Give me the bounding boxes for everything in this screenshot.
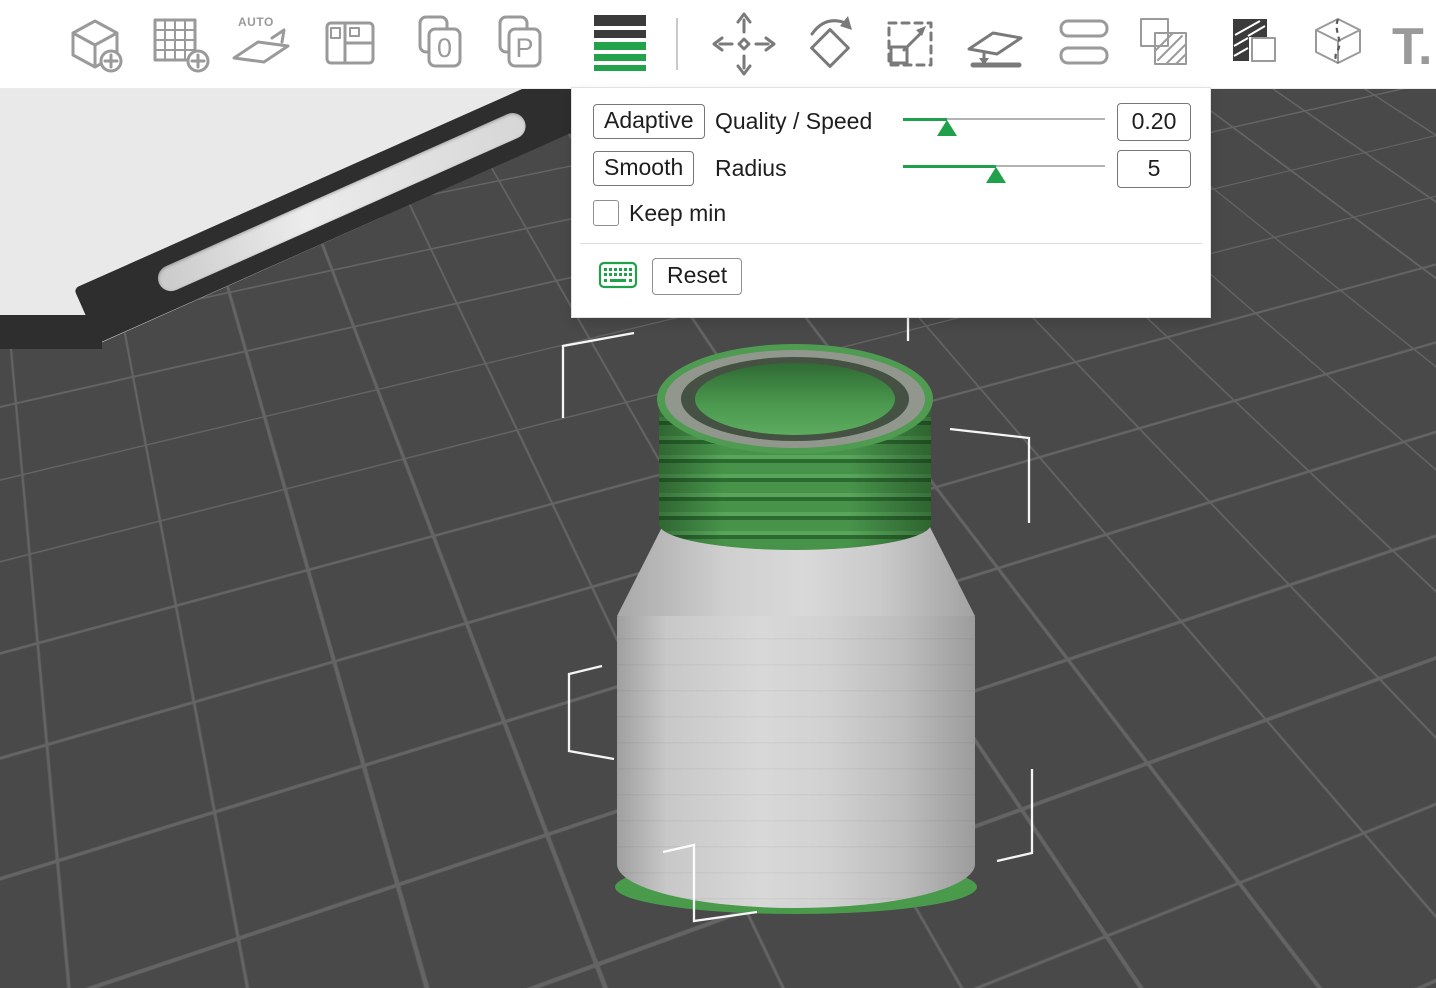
copy-glyph: 0 [437, 33, 452, 63]
rotate-button[interactable] [796, 8, 868, 80]
move-icon [708, 8, 780, 80]
keep-min-label: Keep min [629, 200, 726, 227]
split-objects-icon [1050, 8, 1122, 80]
place-on-face-icon [960, 8, 1032, 80]
quality-slider-thumb[interactable] [937, 120, 957, 136]
place-on-face-button[interactable] [960, 8, 1032, 80]
boolean-intersect-button[interactable] [1130, 8, 1202, 80]
boolean-intersect-icon [1130, 8, 1202, 80]
model-body [617, 612, 975, 908]
split-layout-button[interactable] [316, 8, 388, 80]
keyboard-icon [598, 260, 638, 290]
text-tool-button[interactable]: T. [1390, 8, 1436, 80]
adaptive-button[interactable]: Adaptive [593, 104, 705, 139]
rotate-icon [796, 8, 868, 80]
split-objects-button[interactable] [1050, 8, 1122, 80]
radius-slider-fill [903, 165, 996, 168]
copy-button[interactable]: 0 [406, 8, 478, 80]
keep-min-row: Keep min [572, 192, 1210, 234]
toolbar-separator [676, 18, 678, 70]
add-instances-button[interactable] [145, 8, 217, 80]
reset-button[interactable]: Reset [652, 258, 742, 295]
variable-layer-height-icon [584, 8, 656, 80]
variable-layer-height-button[interactable] [584, 8, 656, 80]
radius-slider[interactable] [903, 151, 1105, 187]
panel-footer-row: Reset [572, 253, 1210, 299]
quality-slider[interactable] [903, 104, 1105, 140]
auto-arrange-icon: AUTO [226, 8, 298, 80]
auto-arrange-button[interactable]: AUTO [226, 8, 298, 80]
paste-icon: P [486, 8, 558, 80]
cut-button[interactable] [1303, 8, 1375, 80]
model-inner-bottom [695, 363, 895, 435]
scale-icon [876, 8, 948, 80]
paste-glyph: P [515, 33, 533, 63]
keep-min-checkbox[interactable] [593, 200, 619, 226]
text-tool-glyph: T. [1392, 18, 1432, 76]
move-button[interactable] [708, 8, 780, 80]
text-tool-icon: T. [1390, 8, 1436, 80]
radius-label: Radius [715, 155, 903, 182]
quality-row: Adaptive Quality / Speed 0.20 [572, 98, 1210, 145]
auto-label: AUTO [238, 15, 274, 29]
quality-value-field[interactable]: 0.20 [1117, 103, 1191, 141]
add-object-icon [60, 8, 132, 80]
keyboard-shortcuts-button[interactable] [598, 260, 638, 293]
add-instances-icon [145, 8, 217, 80]
radius-value-field[interactable]: 5 [1117, 150, 1191, 188]
gap-fill-icon [1220, 8, 1292, 80]
paste-button[interactable]: P [486, 8, 558, 80]
cut-icon [1303, 8, 1375, 80]
radius-row: Smooth Radius 5 [572, 145, 1210, 192]
copy-icon: 0 [406, 8, 478, 80]
smooth-button[interactable]: Smooth [593, 151, 694, 186]
top-toolbar: AUTO 0 P [0, 0, 1436, 89]
add-object-button[interactable] [60, 8, 132, 80]
radius-slider-thumb[interactable] [986, 167, 1006, 183]
panel-divider [580, 243, 1202, 244]
app-screen: AUTO 0 P [0, 0, 1436, 988]
layer-height-panel: Adaptive Quality / Speed 0.20 Smooth Rad… [572, 88, 1210, 317]
split-layout-icon [316, 8, 388, 80]
gap-fill-button[interactable] [1220, 8, 1292, 80]
scale-button[interactable] [876, 8, 948, 80]
quality-speed-label: Quality / Speed [715, 108, 903, 135]
